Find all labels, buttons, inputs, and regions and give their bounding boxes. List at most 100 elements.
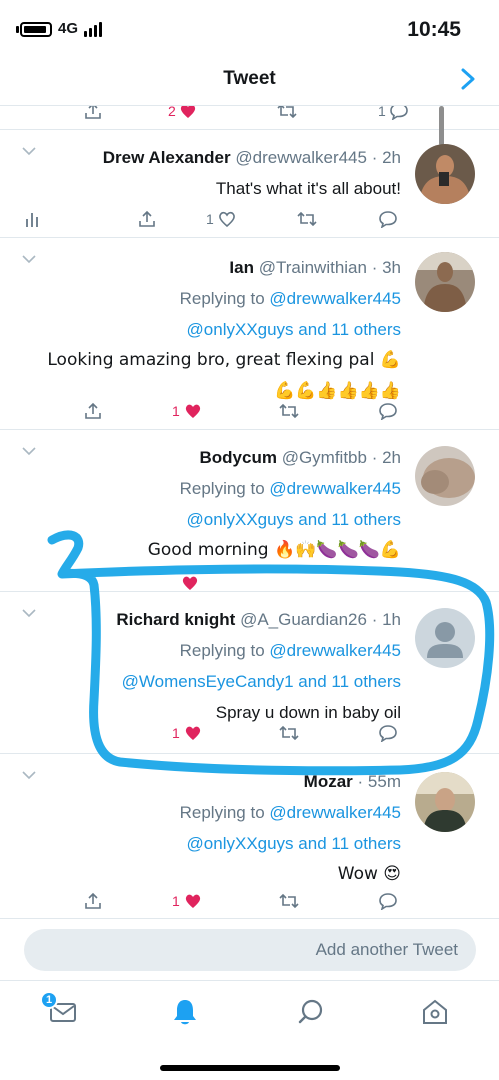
retweet-icon [279,893,299,909]
reply-button[interactable]: 1 [378,106,409,122]
tweet-feed[interactable]: 2 1 Drew Alexander @drewwalker445 · 2h T… [0,106,499,918]
tab-home[interactable] [418,995,452,1029]
retweet-button[interactable] [278,400,300,422]
home-indicator [160,1065,340,1071]
heart-icon [185,894,200,908]
default-avatar[interactable] [415,608,475,668]
author-name[interactable]: Ian [229,258,254,277]
replying-to-link[interactable]: @drewwalker445 [269,479,401,498]
author-handle: @A_Guardian26 [240,610,367,629]
reply-button[interactable] [378,208,398,230]
replying-others-link[interactable]: @onlyXXguys and 11 others [21,504,401,535]
share-icon [139,210,155,227]
replying-to-link[interactable]: @drewwalker445 [269,803,401,822]
tweet-time: 55m [367,772,401,791]
compose-bar: Add another Tweet [0,918,499,980]
battery-cap [16,26,19,33]
share-icon [85,402,101,419]
reply-button[interactable] [378,400,398,422]
author-name[interactable]: Drew Alexander [103,148,231,167]
compose-placeholder: Add another Tweet [315,940,458,959]
heart-icon [185,726,200,740]
analytics-button[interactable] [24,208,40,230]
like-button[interactable]: 2 [168,106,197,122]
tab-search[interactable] [294,995,328,1029]
bell-icon [174,1000,196,1025]
like-count: 1 [206,211,214,227]
reply-icon [389,106,408,120]
avatar[interactable] [415,446,475,506]
share-button[interactable] [84,890,102,912]
tweet-bodycum[interactable]: Bodycum @Gymfitbb · 2h Replying to @drew… [0,430,499,592]
share-button[interactable] [84,400,102,422]
page-title: Tweet [223,68,276,89]
reply-count: 1 [378,106,386,119]
reply-button[interactable] [378,890,398,912]
tweet-text: Good morning 🔥🙌🍆🍆🍆💪 [147,540,401,560]
tweet-ian[interactable]: Ian @Trainwithian · 3h Replying to @drew… [0,238,499,430]
replying-prefix: Replying to [179,641,265,660]
tweet-richard-knight[interactable]: Richard knight @A_Guardian26 · 1h Replyi… [0,592,499,754]
retweet-button[interactable] [296,208,318,230]
retweet-icon [279,403,299,419]
heart-icon [180,106,195,118]
add-tweet-input[interactable]: Add another Tweet [24,929,476,971]
replying-prefix: Replying to [179,289,265,308]
like-button[interactable]: 1 [172,890,203,912]
reply-icon [379,893,397,910]
tweet-text: Looking amazing bro, great flexing pal 💪 [47,350,401,370]
replying-others-link[interactable]: @onlyXXguys and 11 others [21,314,401,345]
replying-others-link[interactable]: @onlyXXguys and 11 others [21,828,401,859]
network-label: 4G [58,20,79,37]
like-count: 1 [172,725,180,741]
like-button[interactable]: 1 [172,722,203,744]
tab-notifications[interactable] [168,995,202,1029]
tweet-mozar[interactable]: Mozar · 55m Replying to @drewwalker445 @… [0,754,499,918]
partial-tweet: 2 1 [0,106,499,130]
tweet-text: Wow 😍 [337,864,401,884]
tab-messages[interactable]: 1 [40,991,80,1029]
retweet-button[interactable] [278,890,300,912]
share-icon [85,892,101,909]
tab-bar: 1 [0,980,499,1080]
top-header: Tweet [0,56,499,106]
reply-icon [379,725,397,742]
search-icon [298,999,323,1024]
author-name[interactable]: Richard knight [116,610,235,629]
retweet-button[interactable] [276,106,298,122]
share-icon [85,106,101,119]
author-name[interactable]: Bodycum [199,448,276,467]
share-button[interactable] [138,208,156,230]
reply-button[interactable] [378,722,398,744]
like-button[interactable]: 1 [172,400,203,422]
like-button[interactable]: 1 [206,208,237,230]
tweet-time: 2h [382,448,401,467]
retweet-button[interactable] [278,722,300,744]
like-count: 1 [172,893,180,909]
home-icon [423,999,447,1024]
author-handle: @drewwalker445 [235,148,367,167]
avatar[interactable] [415,144,475,204]
avatar[interactable] [415,252,475,312]
status-bar: 4G 10:45 [0,0,499,56]
tweet-time: 3h [382,258,401,277]
share-button[interactable] [84,106,102,122]
clock: 10:45 [407,18,461,41]
retweet-icon [277,106,297,119]
heart-outline-icon [218,211,235,228]
tweet-drew-alexander[interactable]: Drew Alexander @drewwalker445 · 2h That'… [0,130,499,238]
analytics-icon [26,213,38,227]
reply-icon [379,403,397,420]
replying-prefix: Replying to [179,803,265,822]
battery-icon [20,22,52,37]
tweet-text: That's what it's all about! [215,179,401,198]
like-count: 1 [172,403,180,419]
like-button[interactable] [180,572,200,594]
replying-to-link[interactable]: @drewwalker445 [269,641,401,660]
author-name[interactable]: Mozar [304,772,353,791]
replying-to-link[interactable]: @drewwalker445 [269,289,401,308]
replying-others-link[interactable]: @WomensEyeCandy1 and 11 others [21,666,401,697]
back-chevron-icon[interactable] [453,64,483,94]
avatar[interactable] [415,772,475,832]
reply-icon [379,211,397,228]
